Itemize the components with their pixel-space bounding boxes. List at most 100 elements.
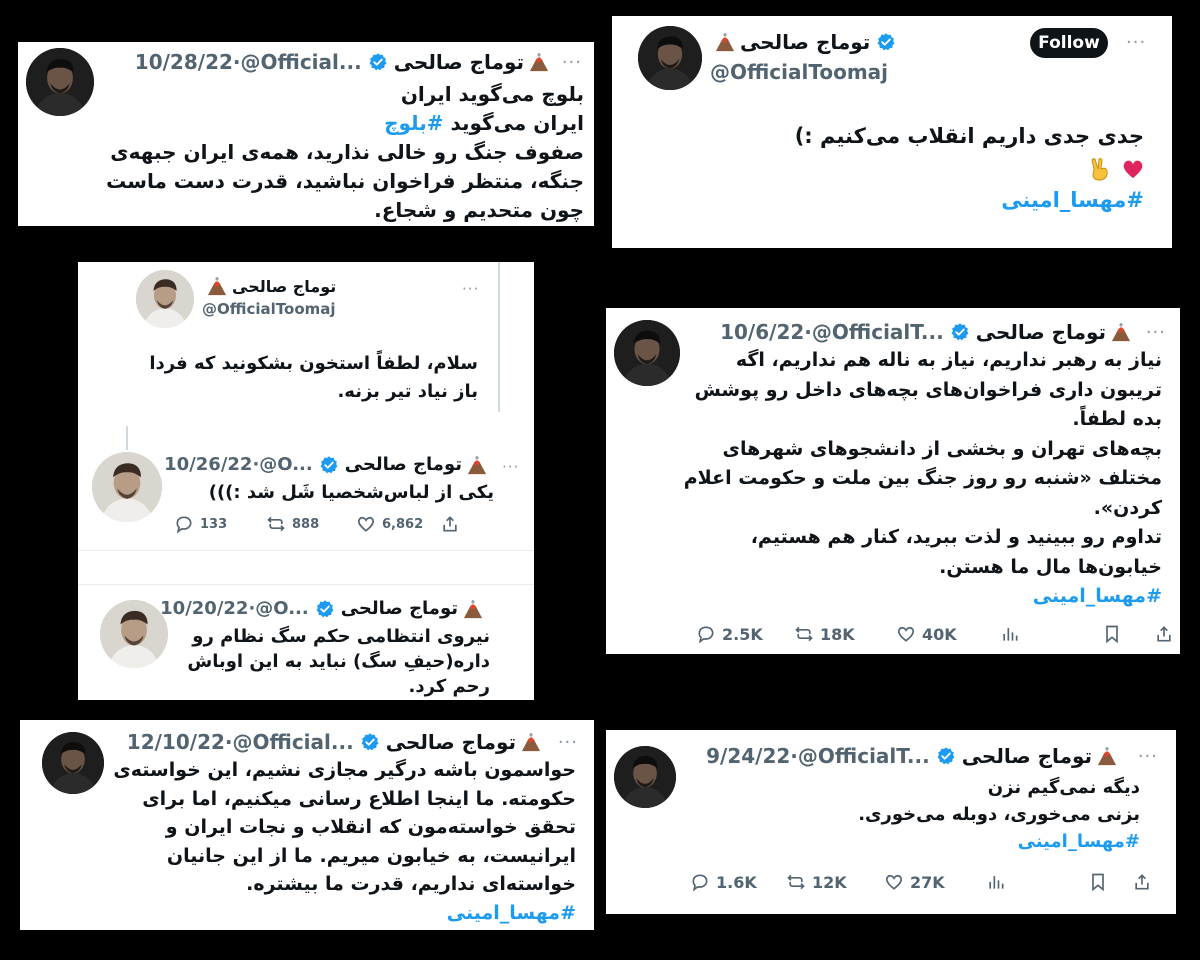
tweet-date[interactable]: 10/26/22 (164, 454, 252, 475)
user-handle[interactable]: @OfficialT... (798, 744, 930, 768)
avatar[interactable] (26, 48, 94, 116)
share-button[interactable] (1154, 624, 1180, 644)
tweet-line: بلوچ می‌گوید ایران (400, 82, 584, 106)
more-icon[interactable]: ··· (562, 52, 582, 73)
reply-icon (176, 516, 192, 534)
tweet-card-2: توماج صالحی @OfficialToomaj Follow ··· ج… (612, 16, 1172, 248)
separator: · (804, 320, 812, 344)
bookmark-button[interactable] (1102, 624, 1154, 644)
volcano-emoji-icon (1110, 322, 1132, 342)
user-handle[interactable]: @OfficialToomaj (202, 300, 336, 318)
tweet-line: باز نیاد تیر بزنه. (337, 381, 478, 402)
avatar[interactable] (136, 270, 194, 328)
tweet-text: جدی جدی داریم انقلاب می‌کنیم :) #مهسا_ام… (795, 120, 1144, 216)
hashtag-link[interactable]: #مهسا_امینی (113, 899, 576, 928)
views-icon (1003, 628, 1018, 641)
follow-button[interactable]: Follow (1030, 28, 1108, 58)
more-icon[interactable]: ··· (1138, 746, 1158, 767)
tweet-line: بده لطفاً. (1072, 408, 1162, 430)
share-button[interactable] (1132, 872, 1158, 892)
tweet-text: نیاز به رهبر نداریم، نیاز به ناله هم ندا… (684, 346, 1162, 612)
verified-badge-icon (315, 599, 335, 619)
tweet-date[interactable]: 10/28/22 (135, 50, 233, 74)
tweet-text: سلام، لطفاً استخون بشکونید که فردا باز ن… (149, 350, 478, 406)
tweet-line: مختلف «شنبه رو روز جنگ بین ملت و حکومت ا… (683, 467, 1162, 489)
user-handle[interactable]: @O... (259, 454, 312, 475)
heart-emoji-icon (1123, 160, 1143, 179)
more-icon[interactable]: ··· (1146, 322, 1166, 343)
tweet-line: دیگه نمی‌گیم نزن (987, 777, 1140, 798)
tweet-header: 10/20/22 · @O... توماج صالحی (160, 598, 484, 619)
reply-icon (692, 874, 708, 892)
retweet-button[interactable]: 888 (266, 514, 356, 534)
like-count: 6,862 (382, 516, 424, 532)
like-button[interactable]: 6,862 (356, 514, 440, 534)
user-name[interactable]: توماج صالحی (976, 320, 1106, 344)
hashtag-link[interactable]: #مهسا_امینی (858, 828, 1140, 855)
user-handle[interactable]: @OfficialT... (812, 320, 944, 344)
bookmark-button[interactable] (1088, 872, 1132, 892)
avatar[interactable] (614, 746, 676, 808)
thread-line (126, 426, 128, 450)
tweet-text: حواسمون باشه درگیر مجازی نشیم، این خواست… (113, 756, 576, 927)
tweet-line: جدی جدی داریم انقلاب می‌کنیم :) (794, 124, 1144, 148)
more-icon[interactable]: ··· (462, 280, 479, 298)
user-handle[interactable]: @OfficialToomaj (710, 60, 888, 84)
user-name[interactable]: توماج صالحی (962, 744, 1092, 768)
user-handle[interactable]: @Official... (233, 730, 354, 754)
user-handle-row: @OfficialToomaj (710, 60, 888, 84)
retweet-button[interactable]: 12K (786, 872, 884, 892)
more-icon[interactable]: ··· (558, 732, 578, 753)
user-name[interactable]: توماج صالحی (740, 30, 870, 54)
tweet-actions: 133 888 6,862 (174, 514, 466, 534)
avatar[interactable] (42, 732, 104, 794)
hashtag-link[interactable]: #مهسا_امینی (795, 184, 1144, 216)
user-name[interactable]: توماج صالحی (232, 277, 336, 296)
avatar[interactable] (614, 320, 680, 386)
like-icon (885, 874, 903, 890)
user-handle[interactable]: @O... (255, 598, 308, 619)
hashtag-link[interactable]: #بلوچ (384, 111, 443, 135)
tweet-header: 12/10/22 · @Official... توماج صالحی (127, 730, 542, 754)
avatar[interactable] (638, 26, 702, 90)
retweet-count: 888 (292, 516, 320, 532)
user-name[interactable]: توماج صالحی (386, 730, 516, 754)
like-button[interactable]: 27K (884, 872, 986, 892)
user-name[interactable]: توماج صالحی (345, 454, 462, 475)
tweet-text: نیروی انتظامی حکم سگ نظام رو داره(حیفِ س… (187, 624, 490, 699)
reply-button[interactable]: 2.5K (696, 624, 794, 644)
user-handle[interactable]: @Official... (241, 50, 362, 74)
more-icon[interactable]: ··· (1126, 32, 1146, 53)
hashtag-link[interactable]: #مهسا_امینی (684, 582, 1162, 612)
separator: · (790, 744, 798, 768)
tweet-date[interactable]: 10/20/22 (160, 598, 248, 619)
tweet-date[interactable]: 10/6/22 (720, 320, 804, 344)
tweet-line: سلام، لطفاً استخون بشکونید که فردا (149, 353, 478, 374)
retweet-icon (787, 874, 805, 890)
share-icon (1135, 874, 1149, 890)
reply-button[interactable]: 133 (174, 514, 266, 534)
tweet-card-6: 10/6/22 · @OfficialT... توماج صالحی ··· … (606, 308, 1180, 654)
like-button[interactable]: 40K (896, 624, 1000, 644)
share-button[interactable] (440, 514, 466, 534)
reply-button[interactable]: 1.6K (690, 872, 786, 892)
separator: · (248, 598, 256, 619)
tweet-line: حواسمون باشه درگیر مجازی نشیم، این خواست… (113, 759, 576, 781)
retweet-button[interactable]: 18K (794, 624, 896, 644)
tweet-card-7: 12/10/22 · @Official... توماج صالحی ··· … (20, 720, 594, 930)
user-name[interactable]: توماج صالحی (341, 598, 458, 619)
views-button[interactable] (1000, 624, 1102, 644)
user-name[interactable]: توماج صالحی (394, 50, 524, 74)
verified-badge-icon (936, 746, 956, 766)
volcano-emoji-icon (1096, 746, 1118, 766)
avatar[interactable] (92, 452, 162, 522)
more-icon[interactable]: ··· (502, 458, 519, 476)
avatar[interactable] (100, 600, 168, 668)
like-icon (897, 626, 915, 642)
tweet-date[interactable]: 12/10/22 (127, 730, 225, 754)
victory-hand-emoji-icon (1091, 158, 1108, 181)
emoji-line (795, 152, 1144, 184)
tweet-text: دیگه نمی‌گیم نزن بزنی می‌خوری، دوبله می‌… (858, 774, 1140, 855)
tweet-date[interactable]: 9/24/22 (706, 744, 790, 768)
views-button[interactable] (986, 872, 1088, 892)
